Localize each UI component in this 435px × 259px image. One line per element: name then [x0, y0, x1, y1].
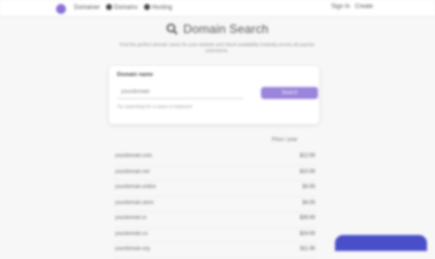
search-hint: Try searching for a name or keyword — [117, 104, 192, 109]
brand-logo-icon[interactable] — [56, 4, 66, 14]
chat-widget-button[interactable] — [335, 235, 427, 251]
table-row[interactable]: yourdomain.store $4.99 — [115, 197, 315, 212]
nav-item-hosting[interactable]: Hosting — [143, 4, 172, 11]
domain-price: $11.99 — [300, 246, 315, 252]
nav-brand[interactable]: Domainer — [74, 5, 100, 11]
domain-name: yourdomain.org — [115, 246, 150, 252]
domain-price: $12.99 — [299, 153, 315, 159]
table-row[interactable]: yourdomain.com $12.99 — [115, 150, 315, 166]
domain-name: yourdomain.online — [115, 184, 156, 190]
domain-name: yourdomain.io — [115, 215, 147, 221]
domain-price: $24.99 — [299, 230, 315, 237]
results-column-header: Price / year — [272, 137, 298, 143]
domain-price: $4.99 — [302, 199, 315, 206]
page-subtitle: Find the perfect domain name for your we… — [119, 42, 315, 53]
search-icon — [166, 23, 178, 35]
page-title: Domain Search — [166, 22, 268, 36]
domain-search-input[interactable] — [117, 86, 243, 99]
table-row[interactable]: yourdomain.net $10.99 — [115, 166, 315, 181]
search-label: Domain name — [117, 72, 154, 78]
create-link[interactable]: Create — [355, 4, 373, 10]
nav-item-domains[interactable]: Domains — [106, 4, 138, 11]
table-row[interactable]: yourdomain.org $11.99 — [115, 243, 315, 259]
table-row[interactable]: yourdomain.io $39.99 — [115, 212, 315, 228]
domain-price: $10.99 — [299, 168, 315, 175]
domain-name: yourdomain.co — [115, 230, 148, 237]
search-row: Search — [117, 86, 318, 100]
domain-price: $39.99 — [299, 215, 315, 221]
search-button[interactable]: Search — [261, 87, 318, 99]
domains-icon — [106, 4, 113, 10]
domain-name: yourdomain.net — [115, 168, 150, 175]
hosting-icon — [143, 4, 150, 10]
domain-name: yourdomain.store — [115, 199, 154, 206]
domain-price: $3.99 — [302, 184, 315, 190]
top-navbar: Domainer Domains Hosting Sign In Create — [0, 0, 435, 17]
table-row[interactable]: yourdomain.co $24.99 — [115, 228, 315, 243]
search-card: Domain name Search Try searching for a n… — [109, 66, 319, 124]
page-title-wrap: Domain Search — [0, 22, 435, 40]
sign-in-link[interactable]: Sign In — [331, 4, 350, 10]
domain-name: yourdomain.com — [115, 153, 152, 159]
main-nav: Domainer Domains Hosting — [74, 4, 172, 11]
results-list: yourdomain.com $12.99 yourdomain.net $10… — [115, 150, 315, 259]
nav-right: Sign In Create — [331, 4, 373, 10]
table-row[interactable]: yourdomain.online $3.99 — [115, 181, 315, 197]
